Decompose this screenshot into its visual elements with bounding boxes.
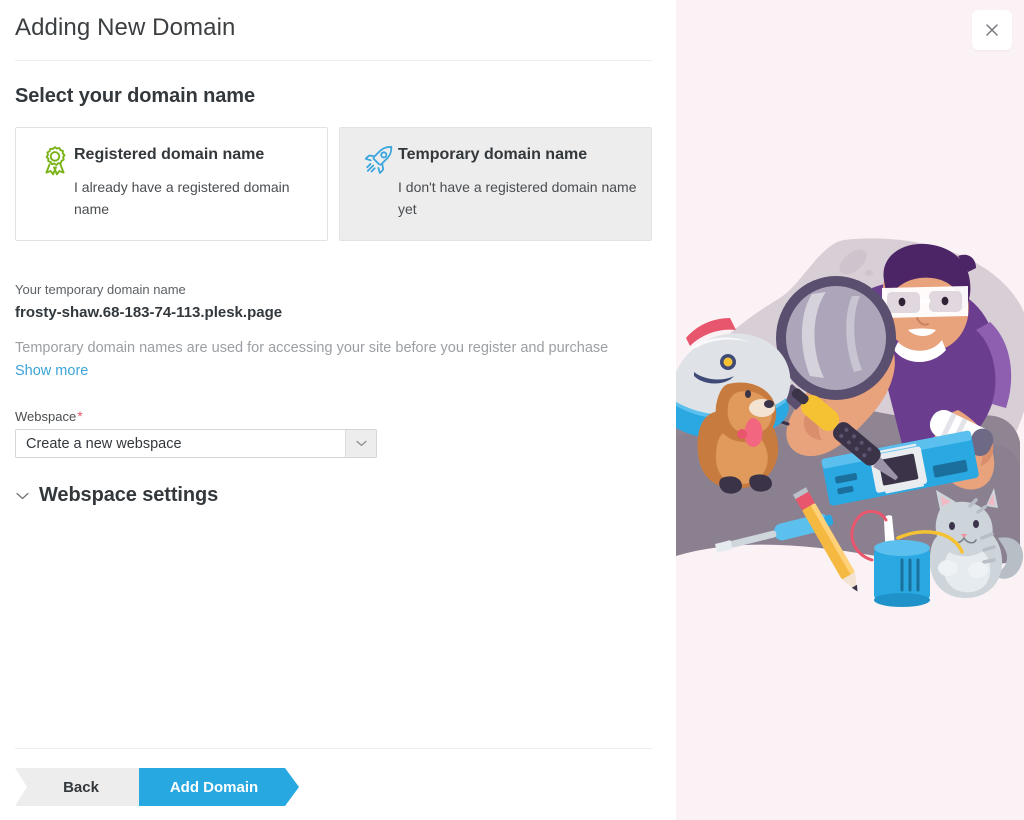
close-button[interactable] [972, 10, 1012, 50]
card-description-registered: I already have a registered domain name [74, 176, 313, 220]
webspace-settings-title: Webspace settings [39, 484, 218, 507]
rocket-icon [362, 143, 396, 177]
page-title: Adding New Domain [15, 14, 235, 42]
domain-type-card-temporary[interactable]: Temporary domain name I don't have a reg… [339, 127, 652, 241]
webspace-select-toggle[interactable] [345, 430, 376, 457]
illustration-panel [676, 0, 1024, 820]
award-ribbon-icon [38, 143, 72, 177]
temporary-domain-value: frosty-shaw.68-183-74-113.plesk.page [15, 304, 282, 321]
hero-illustration [676, 238, 1024, 620]
show-more-link[interactable]: Show more [15, 363, 88, 379]
add-domain-dialog: Adding New Domain Select your domain nam… [0, 0, 1024, 820]
webspace-settings-accordion[interactable]: Webspace settings [15, 484, 218, 507]
webspace-select[interactable]: Create a new webspace [15, 429, 377, 458]
title-divider [15, 60, 652, 61]
webspace-select-value[interactable]: Create a new webspace [16, 430, 345, 457]
card-description-temporary: I don't have a registered domain name ye… [398, 176, 637, 220]
domain-type-card-registered[interactable]: Registered domain name I already have a … [15, 127, 328, 241]
temporary-domain-label: Your temporary domain name [15, 282, 186, 297]
webspace-label: Webspace* [15, 408, 83, 424]
form-panel: Adding New Domain Select your domain nam… [0, 0, 676, 820]
webspace-label-text: Webspace [15, 409, 76, 424]
temporary-domain-description: Temporary domain names are used for acce… [15, 338, 655, 358]
chevron-down-icon [15, 489, 29, 503]
chevron-down-icon [356, 440, 367, 447]
close-icon [984, 22, 1000, 38]
card-title-registered: Registered domain name [74, 144, 315, 166]
footer-divider [15, 748, 652, 749]
back-button[interactable]: Back [15, 768, 139, 806]
section-heading: Select your domain name [15, 85, 255, 108]
required-marker: * [76, 408, 82, 424]
add-domain-button[interactable]: Add Domain [139, 768, 299, 806]
card-title-temporary: Temporary domain name [398, 144, 639, 166]
